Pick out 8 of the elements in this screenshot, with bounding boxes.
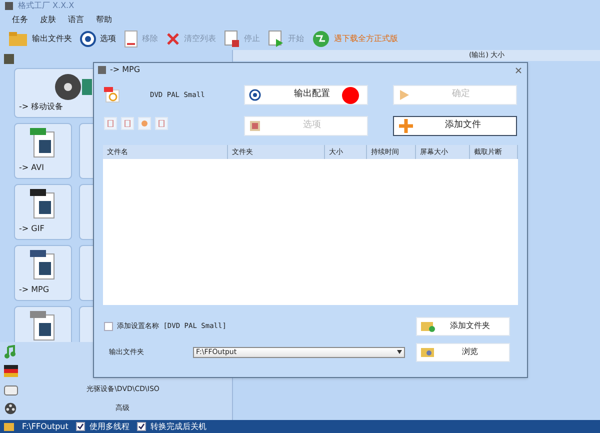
tile-label: -> GIF	[18, 223, 44, 235]
output-path: F:\FFOutput	[22, 420, 68, 432]
tile-label: -> AVI	[18, 162, 44, 174]
option-label: 转换完成后关机	[150, 420, 206, 432]
tile-label: -> MPG	[18, 284, 50, 296]
tile-label: -> 移动设备	[18, 101, 64, 113]
option-label: 使用多线程	[89, 420, 130, 432]
window-title: 格式工厂 X.X.X	[18, 0, 74, 12]
